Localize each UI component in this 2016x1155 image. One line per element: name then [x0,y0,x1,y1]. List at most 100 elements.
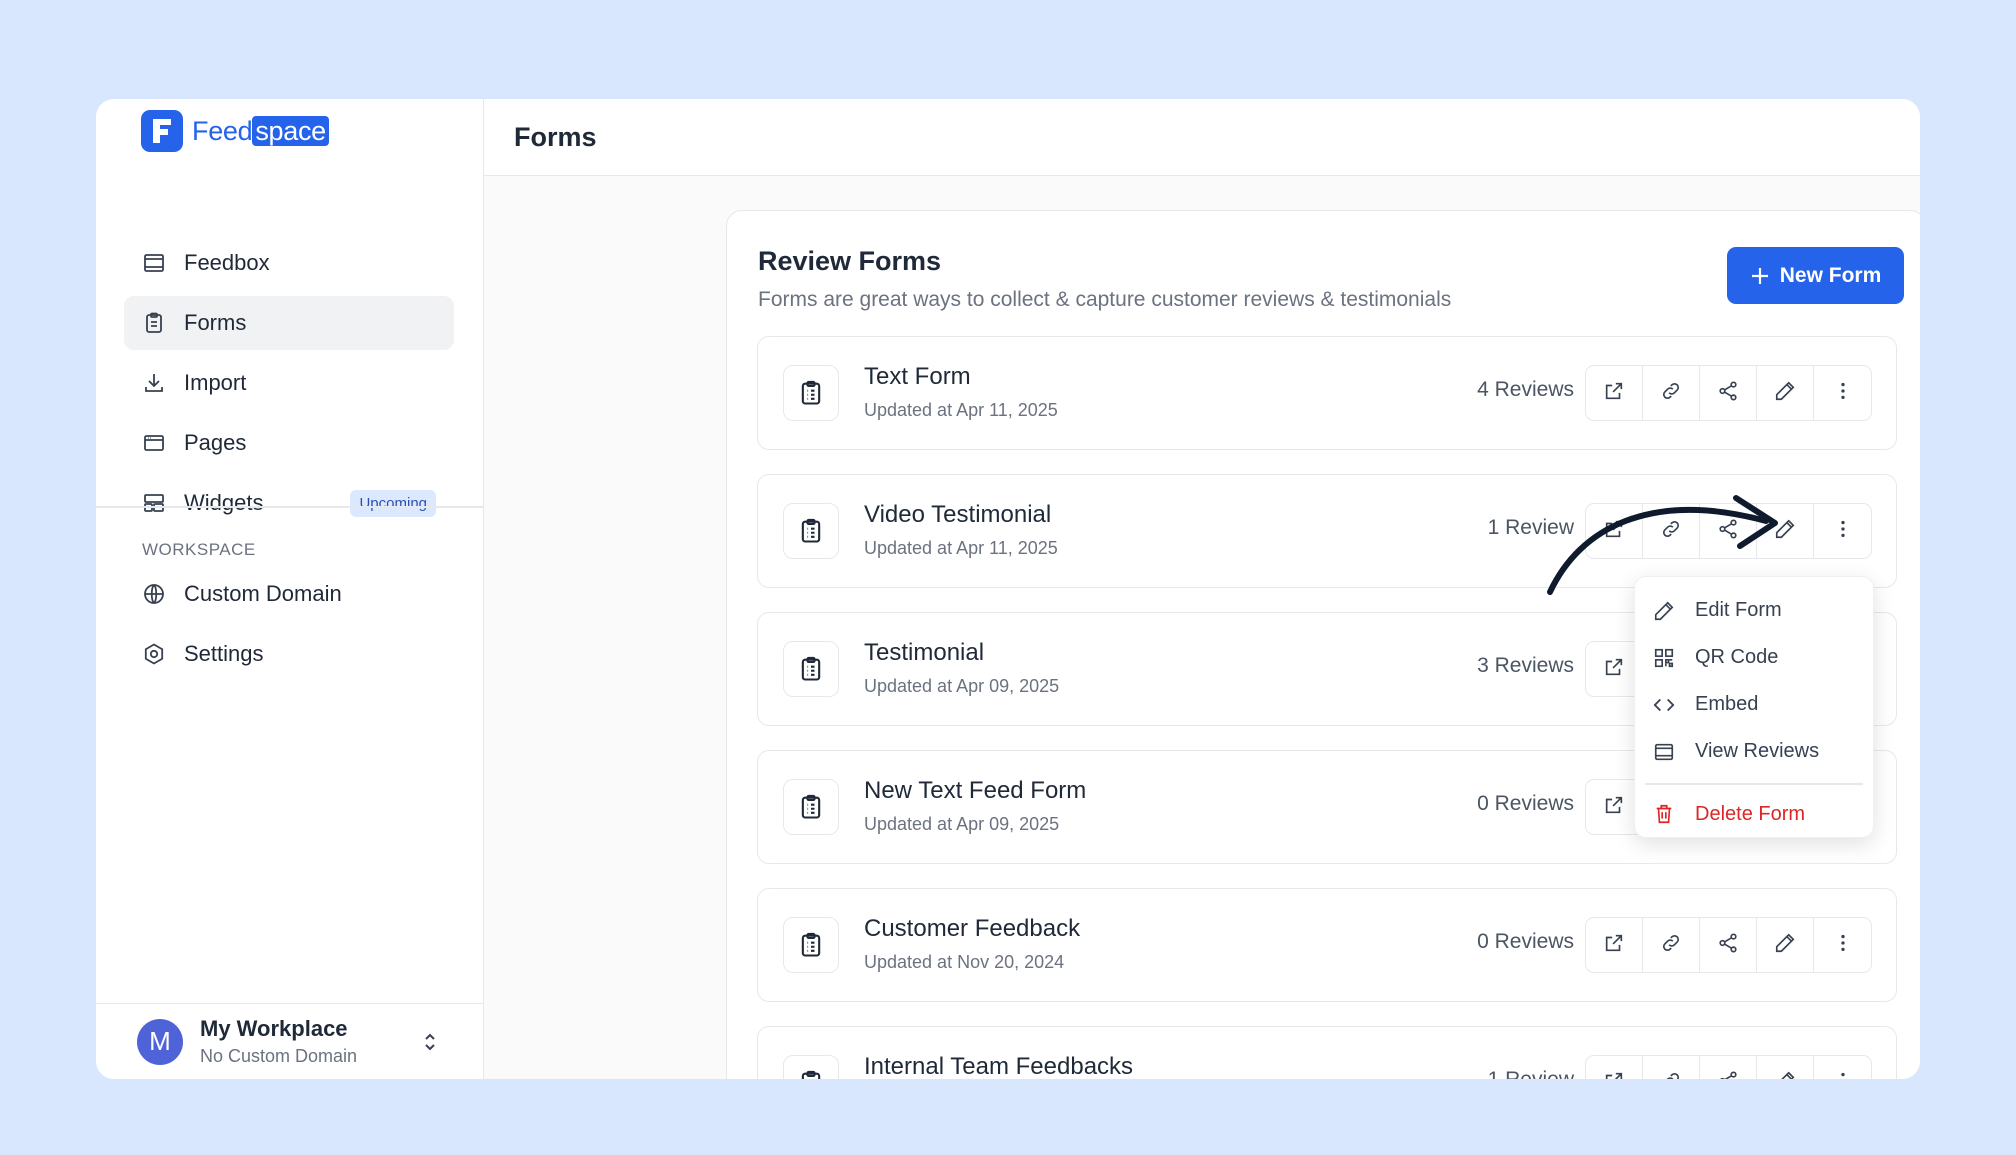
clipboard-icon [783,1055,839,1079]
new-form-button[interactable]: New Form [1727,247,1904,304]
form-title: Video Testimonial [864,501,1052,528]
workspace-nav: Custom Domain Settings [124,567,454,687]
more-vertical-icon [1832,1070,1854,1079]
more-button[interactable] [1814,504,1871,558]
review-count: 0 Reviews [1477,792,1574,815]
sidebar-item-pages[interactable]: Pages [124,416,454,470]
menu-item-label: QR Code [1695,646,1779,668]
panel-header: Review Forms Forms are great ways to col… [758,246,1451,312]
workspace-switcher[interactable]: M My Workplace No Custom Domain [96,1003,483,1079]
form-updated-date: Updated at Apr 09, 2025 [864,814,1060,834]
link-icon [1660,380,1682,407]
sidebar-item-label: Custom Domain [184,581,342,606]
clipboard-icon [783,779,839,835]
form-title: Text Form [864,363,971,390]
pencil-icon [1774,932,1796,959]
menu-item-label: View Reviews [1695,740,1820,762]
sidebar-divider [96,506,483,508]
settings-icon [141,641,167,667]
sidebar-item-label: Forms [184,310,247,335]
more-vertical-icon [1832,380,1854,407]
qr-code-icon [1652,646,1676,670]
form-row[interactable]: Text Form Updated at Apr 11, 2025 4 Revi… [757,336,1897,450]
pencil-icon [1774,1070,1796,1079]
review-count: 4 Reviews [1477,378,1574,401]
form-updated-date: Updated at Apr 11, 2025 [864,538,1058,558]
form-title: New Text Feed Form [864,777,1087,804]
link-icon [1660,1070,1682,1079]
sidebar-item-settings[interactable]: Settings [124,627,454,681]
external-link-icon [1603,932,1625,959]
sidebar-item-widgets[interactable]: Widgets Upcoming [124,476,454,530]
share-icon [1717,380,1739,407]
share-icon [1717,1070,1739,1079]
edit-button[interactable] [1757,366,1814,420]
clipboard-icon [783,641,839,697]
code-icon [1652,693,1676,717]
form-row[interactable]: Internal Team Feedbacks 1 Review [757,1026,1897,1079]
share-button[interactable] [1700,918,1757,972]
globe-icon [141,581,167,607]
external-link-icon [1603,380,1625,407]
more-button[interactable] [1814,366,1871,420]
workspace-domain: No Custom Domain [200,1046,358,1066]
sidebar-item-label: Import [184,370,247,395]
sidebar: Feed space Feedbox Forms Import Pages Wi… [96,99,484,1079]
clipboard-icon [141,310,167,336]
brand-logo[interactable]: Feed space [141,110,329,152]
inbox-icon [141,250,167,276]
avatar: M [137,1018,183,1065]
new-form-label: New Form [1779,263,1882,287]
clipboard-icon [783,365,839,421]
brand-name: Feed space [192,115,329,147]
workspace-heading: WORKSPACE [142,540,256,559]
menu-item-embed[interactable]: Embed [1635,681,1873,728]
menu-divider [1645,783,1863,785]
page-title: Forms [514,121,597,152]
panel-subtitle: Forms are great ways to collect & captur… [758,288,1452,311]
sidebar-item-feedbox[interactable]: Feedbox [124,236,454,290]
copy-link-button[interactable] [1643,918,1700,972]
browser-icon [141,430,167,456]
pencil-icon [1774,380,1796,407]
review-count: 3 Reviews [1477,654,1574,677]
form-title: Internal Team Feedbacks [864,1053,1134,1079]
edit-button[interactable] [1757,918,1814,972]
share-button[interactable] [1700,366,1757,420]
topbar: Forms [484,99,1920,176]
sidebar-item-label: Widgets [184,490,264,515]
edit-button[interactable] [1757,1056,1814,1079]
form-action-group [1585,1055,1872,1079]
open-external-button[interactable] [1586,366,1643,420]
menu-item-view-reviews[interactable]: View Reviews [1635,728,1873,775]
panel-title: Review Forms [758,246,942,276]
clipboard-icon [783,503,839,559]
menu-item-delete-form[interactable]: Delete Form [1635,791,1873,838]
sidebar-item-label: Settings [184,641,264,666]
sidebar-item-import[interactable]: Import [124,356,454,410]
sidebar-item-forms[interactable]: Forms [124,296,454,350]
more-button[interactable] [1814,1056,1871,1079]
sidebar-item-custom-domain[interactable]: Custom Domain [124,567,454,621]
chevron-up-down-icon[interactable] [420,1030,440,1059]
review-count: 1 Review [1488,1068,1574,1079]
download-icon [141,370,167,396]
form-updated-date: Updated at Apr 11, 2025 [864,400,1058,420]
external-link-icon [1603,1070,1625,1079]
sidebar-item-label: Pages [184,430,247,455]
form-row[interactable]: Customer Feedback Updated at Nov 20, 202… [757,888,1897,1002]
form-updated-date: Updated at Apr 09, 2025 [864,676,1060,696]
form-actions-menu: Edit Form QR Code Embed View Reviews Del… [1634,576,1874,838]
copy-link-button[interactable] [1643,1056,1700,1079]
share-button[interactable] [1700,1056,1757,1079]
form-action-group [1585,365,1872,421]
menu-item-label: Embed [1695,693,1759,715]
menu-item-qr-code[interactable]: QR Code [1635,634,1873,681]
open-external-button[interactable] [1586,1056,1643,1079]
copy-link-button[interactable] [1643,366,1700,420]
link-icon [1660,932,1682,959]
share-icon [1717,932,1739,959]
plus-icon [1751,267,1768,284]
open-external-button[interactable] [1586,918,1643,972]
more-button[interactable] [1814,918,1871,972]
